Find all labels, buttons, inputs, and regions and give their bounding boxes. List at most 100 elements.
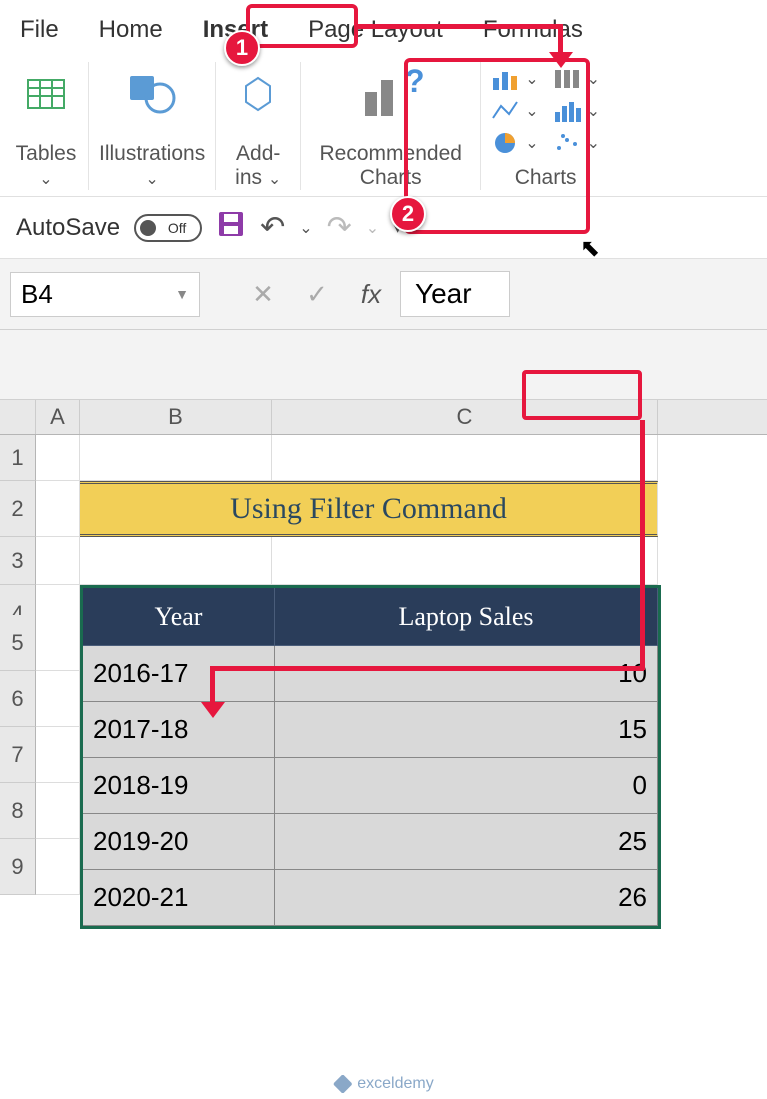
cell-sales-1[interactable]: 15: [275, 702, 658, 758]
row-header-2[interactable]: 2: [0, 481, 36, 537]
cell-c1[interactable]: [272, 435, 658, 481]
chevron-down-icon: ⌄: [525, 133, 538, 153]
watermark-icon: [333, 1075, 351, 1093]
chevron-down-icon: ▼: [175, 286, 189, 302]
tables-label: Tables⌄: [16, 142, 77, 190]
illustrations-label: Illustrations⌄: [99, 142, 205, 190]
chevron-down-icon: ⌄: [587, 133, 600, 153]
row-header-9[interactable]: 9: [0, 839, 36, 895]
cell-year-3[interactable]: 2019-20: [83, 814, 275, 870]
tab-home[interactable]: Home: [79, 8, 183, 52]
group-addins: Add-ins ⌄: [216, 62, 301, 190]
chevron-down-icon[interactable]: ⌄: [299, 218, 312, 238]
svg-text:?: ?: [405, 66, 425, 99]
tables-button[interactable]: [14, 62, 78, 126]
addins-button[interactable]: [226, 62, 290, 126]
cell-c3[interactable]: [272, 537, 658, 585]
fx-button[interactable]: fx: [346, 272, 396, 316]
save-button[interactable]: [216, 209, 246, 246]
watermark: exceldemy: [333, 1075, 433, 1093]
header-sales[interactable]: Laptop Sales: [275, 588, 658, 646]
chevron-down-icon: ⌄: [268, 171, 281, 188]
cell-a5[interactable]: [36, 615, 80, 671]
chevron-down-icon: ⌄: [145, 171, 158, 188]
chevron-down-icon: ⌄: [587, 69, 600, 89]
group-tables: Tables⌄: [4, 62, 89, 190]
row-header-6[interactable]: 6: [0, 671, 36, 727]
undo-button[interactable]: ↶: [260, 210, 285, 245]
chevron-down-icon: ⌄: [366, 218, 379, 238]
scatter-chart-button[interactable]: ⌄: [553, 130, 600, 156]
recommended-charts-label: RecommendedCharts: [320, 142, 462, 190]
annotation-arrow-line: [640, 420, 645, 670]
charts-label: Charts: [515, 166, 577, 190]
chevron-down-icon: ⌄: [39, 171, 52, 188]
table-icon: [18, 66, 74, 122]
line-chart-button[interactable]: ⌄: [491, 98, 538, 124]
group-charts: ⌄ ⌄ ⌄ ⌄ ⌄ ⌄ Charts: [481, 62, 610, 190]
chevron-down-icon: ⌄: [587, 101, 600, 121]
column-chart-button[interactable]: ⌄: [491, 66, 538, 92]
chevron-down-icon: ⌄: [525, 69, 538, 89]
cursor-icon: ⬉: [580, 234, 600, 263]
cell-a8[interactable]: [36, 783, 80, 839]
select-all-button[interactable]: [0, 400, 36, 434]
group-recommended-charts: ? RecommendedCharts: [301, 62, 481, 190]
tab-file[interactable]: File: [0, 8, 79, 52]
data-table: Year Laptop Sales 2016-17 10 2017-18 15 …: [80, 585, 661, 929]
pie-chart-button[interactable]: ⌄: [491, 130, 538, 156]
title-cell[interactable]: Using Filter Command: [80, 481, 658, 537]
cell-a1[interactable]: [36, 435, 80, 481]
illustrations-button[interactable]: [120, 62, 184, 126]
cancel-formula-button[interactable]: ✕: [238, 272, 288, 316]
cell-a6[interactable]: [36, 671, 80, 727]
cell-year-2[interactable]: 2018-19: [83, 758, 275, 814]
cell-year-4[interactable]: 2020-21: [83, 870, 275, 926]
annotation-arrow-line: [210, 666, 644, 671]
ribbon-body: Tables⌄ Illustrations⌄ Add-ins ⌄ ? Recom…: [0, 52, 767, 197]
cell-a3[interactable]: [36, 537, 80, 585]
chevron-down-icon: ⌄: [525, 101, 538, 121]
row-header-3[interactable]: 3: [0, 537, 36, 585]
addins-icon: [230, 66, 286, 122]
cell-b1[interactable]: [80, 435, 272, 481]
shapes-icon: [124, 66, 180, 122]
bar-chart-button[interactable]: ⌄: [553, 66, 600, 92]
recommended-charts-button[interactable]: ?: [347, 62, 435, 126]
cell-sales-2[interactable]: 0: [275, 758, 658, 814]
annotation-badge-2: 2: [390, 196, 426, 232]
autosave-toggle[interactable]: Off: [134, 214, 202, 242]
cell-sales-4[interactable]: 26: [275, 870, 658, 926]
histogram-button[interactable]: ⌄: [553, 98, 600, 124]
formula-bar: B4▼ ✕ ✓ fx Year: [0, 259, 767, 330]
cell-year-1[interactable]: 2017-18: [83, 702, 275, 758]
row-header-1[interactable]: 1: [0, 435, 36, 481]
name-box[interactable]: B4▼: [10, 272, 200, 317]
column-headers: A B C: [0, 400, 767, 435]
worksheet: A B C 1 2 Using Filter Command 3 4 Year …: [0, 400, 767, 929]
cell-b3[interactable]: [80, 537, 272, 585]
tab-formulas[interactable]: Formulas: [463, 8, 603, 52]
row-header-7[interactable]: 7: [0, 727, 36, 783]
header-year[interactable]: Year: [83, 588, 275, 646]
cell-sales-0[interactable]: 10: [275, 646, 658, 702]
row-header-8[interactable]: 8: [0, 783, 36, 839]
annotation-arrow-line: [358, 24, 562, 29]
annotation-arrow-line: [210, 666, 215, 706]
enter-formula-button[interactable]: ✓: [292, 272, 342, 316]
annotation-arrowhead: [201, 702, 225, 718]
cell-sales-3[interactable]: 25: [275, 814, 658, 870]
col-header-b[interactable]: B: [80, 400, 272, 434]
row-header-5[interactable]: 5: [0, 615, 36, 671]
cell-a2[interactable]: [36, 481, 80, 537]
annotation-badge-1: 1: [224, 30, 260, 66]
row-1: 1: [0, 435, 767, 481]
formula-bar-value[interactable]: Year: [400, 271, 510, 317]
cell-a9[interactable]: [36, 839, 80, 895]
col-header-a[interactable]: A: [36, 400, 80, 434]
tab-page-layout[interactable]: Page Layout: [288, 8, 463, 52]
col-header-c[interactable]: C: [272, 400, 658, 434]
redo-button[interactable]: ↷: [327, 210, 352, 245]
cell-year-0[interactable]: 2016-17: [83, 646, 275, 702]
cell-a7[interactable]: [36, 727, 80, 783]
